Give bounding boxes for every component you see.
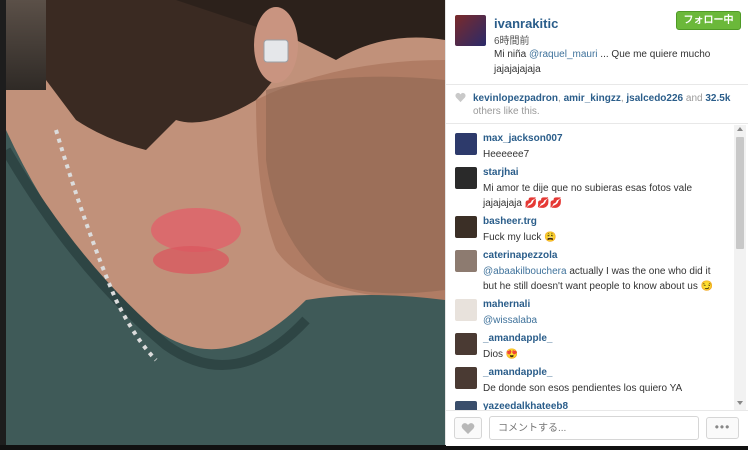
scrollbar-thumb[interactable] bbox=[736, 137, 744, 249]
likes-summary: kevinlopezpadron, amir_kingzz, jsalcedo2… bbox=[446, 85, 748, 124]
comment-text: De donde son esos pendientes los quiero … bbox=[483, 383, 683, 394]
commenter-username[interactable]: _amandapple_ bbox=[483, 367, 552, 378]
commenter-avatar[interactable] bbox=[455, 401, 477, 410]
commenter-avatar[interactable] bbox=[455, 167, 477, 189]
commenter-username[interactable]: basheer.trg bbox=[483, 216, 537, 227]
comment-mention[interactable]: @abaakilbouchera bbox=[483, 266, 567, 277]
more-options-button[interactable]: ••• bbox=[706, 417, 739, 439]
follow-button[interactable]: フォロー中 bbox=[676, 11, 741, 30]
likes-suffix: others like this. bbox=[473, 106, 540, 117]
heart-icon bbox=[461, 423, 475, 434]
post-caption: Mi niña @raquel_mauri ... Que me quiere … bbox=[494, 47, 729, 77]
commenter-avatar[interactable] bbox=[455, 216, 477, 238]
comment-text: Heeeeee7 bbox=[483, 149, 530, 160]
post-header: ivanrakitic 6時間前 Mi niña @raquel_mauri .… bbox=[446, 0, 748, 85]
author-avatar[interactable] bbox=[455, 15, 486, 46]
like-button[interactable] bbox=[454, 417, 482, 439]
comment-input[interactable] bbox=[489, 416, 699, 440]
scroll-up-arrow-icon[interactable] bbox=[737, 127, 743, 131]
commenter-avatar[interactable] bbox=[455, 250, 477, 272]
post-photo-illustration bbox=[6, 0, 445, 445]
scroll-down-arrow-icon[interactable] bbox=[737, 401, 743, 405]
commenter-avatar[interactable] bbox=[455, 133, 477, 155]
commenter-avatar[interactable] bbox=[455, 367, 477, 389]
story-thumbnail[interactable] bbox=[6, 0, 46, 90]
heart-icon bbox=[455, 92, 466, 103]
post-sidebar: ivanrakitic 6時間前 Mi niña @raquel_mauri .… bbox=[445, 0, 748, 446]
commenter-username[interactable]: max_jackson007 bbox=[483, 133, 563, 144]
post-photo[interactable] bbox=[6, 0, 445, 445]
comment-text: Fuck my luck 😩 bbox=[483, 232, 557, 243]
likes-text: kevinlopezpadron, amir_kingzz, jsalcedo2… bbox=[473, 92, 735, 118]
comment-text: Dios 😍 bbox=[483, 349, 519, 360]
commenter-username[interactable]: starjhai bbox=[483, 167, 519, 178]
like-user-link[interactable]: kevinlopezpadron bbox=[473, 93, 558, 104]
comment-text: Mi amor te dije que no subieras esas fot… bbox=[483, 183, 692, 209]
commenter-username[interactable]: _amandapple_ bbox=[483, 333, 552, 344]
caption-mention[interactable]: @raquel_mauri bbox=[529, 49, 598, 60]
comments-scrollbar[interactable] bbox=[734, 125, 746, 410]
likes-count[interactable]: 32.5k bbox=[705, 93, 730, 104]
comment-mention[interactable]: @wissalaba bbox=[483, 315, 537, 326]
like-user-link[interactable]: jsalcedo226 bbox=[626, 93, 683, 104]
comment-text: @wissalaba bbox=[483, 313, 723, 328]
author-username[interactable]: ivanrakitic bbox=[494, 16, 558, 31]
commenter-avatar[interactable] bbox=[455, 299, 477, 321]
like-user-link[interactable]: amir_kingzz bbox=[564, 93, 621, 104]
commenter-avatar[interactable] bbox=[455, 333, 477, 355]
post-actions-bar: ••• bbox=[446, 410, 748, 446]
post-timestamp[interactable]: 6時間前 bbox=[494, 32, 530, 47]
commenter-username[interactable]: mahernali bbox=[483, 299, 530, 310]
comments-list[interactable]: max_jackson007 Heeeeee7 starjhai Mi amor… bbox=[446, 125, 734, 410]
commenter-username[interactable]: yazeedalkhateeb8 bbox=[483, 401, 568, 410]
ellipsis-icon: ••• bbox=[714, 420, 731, 434]
comment-text: @abaakilbouchera actually I was the one … bbox=[483, 264, 723, 294]
caption-text-start: Mi niña bbox=[494, 49, 530, 60]
likes-and: and bbox=[683, 93, 706, 104]
commenter-username[interactable]: caterinapezzola bbox=[483, 250, 557, 261]
